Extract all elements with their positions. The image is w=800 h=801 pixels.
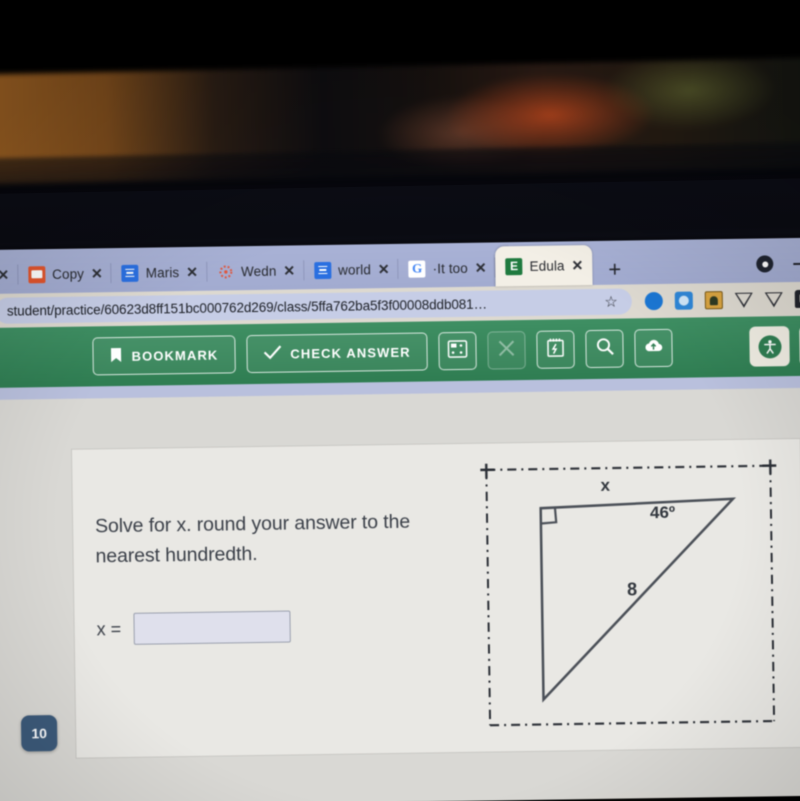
screenshot-root: ✕ Copy ✕ Maris ✕ Wedn ✕ world ✕ G ·It to… bbox=[0, 0, 800, 801]
question-prompt: Solve for x. round your answer to the ne… bbox=[94, 510, 411, 568]
figure-label-x: x bbox=[600, 475, 611, 495]
answer-label: x = bbox=[96, 618, 122, 640]
red-flower-icon bbox=[217, 263, 234, 280]
tab-close-icon[interactable]: ✕ bbox=[0, 267, 9, 283]
browser-tab-wedn[interactable]: Wedn ✕ bbox=[207, 251, 305, 290]
search-button[interactable] bbox=[585, 329, 624, 369]
check-answer-button[interactable]: CHECK ANSWER bbox=[246, 332, 428, 374]
shield-icon[interactable] bbox=[734, 292, 753, 308]
toolbar-right-group bbox=[749, 325, 800, 367]
tab-label: Wedn bbox=[240, 263, 277, 279]
cloud-app-icon[interactable] bbox=[674, 291, 693, 310]
close-icon bbox=[498, 339, 516, 362]
shield-icon[interactable] bbox=[764, 291, 783, 307]
tab-close-icon[interactable]: ✕ bbox=[91, 265, 103, 281]
avatar[interactable] bbox=[756, 255, 774, 273]
tab-label: Edula bbox=[529, 257, 565, 274]
page-body: Solve for x. round your answer to the ne… bbox=[0, 375, 800, 801]
omnibox[interactable]: student/practice/60623d8ff151bc000762d26… bbox=[0, 288, 633, 324]
bookmark-button[interactable]: BOOKMARK bbox=[92, 335, 236, 376]
browser-tab-maris[interactable]: Maris ✕ bbox=[111, 253, 208, 292]
tab-label: Copy bbox=[51, 266, 85, 282]
browser-tab-world[interactable]: world ✕ bbox=[304, 250, 399, 289]
cloud-upload-button[interactable] bbox=[634, 328, 673, 368]
cloud-upload-icon bbox=[644, 338, 664, 358]
tab-label: ·It too bbox=[432, 260, 468, 276]
browser-tab-it-too[interactable]: G ·It too ✕ bbox=[398, 248, 496, 287]
question-pane: Solve for x. round your answer to the ne… bbox=[72, 444, 477, 758]
figure-label-angle: 46º bbox=[649, 502, 676, 523]
close-button[interactable] bbox=[487, 331, 526, 370]
scratchpad-button[interactable] bbox=[536, 330, 575, 369]
answer-row: x = bbox=[96, 609, 440, 646]
figure-label-hypotenuse: 8 bbox=[626, 579, 638, 600]
photo-background bbox=[0, 0, 800, 258]
tab-close-icon[interactable]: ✕ bbox=[186, 264, 198, 280]
question-number-badge[interactable]: 10 bbox=[20, 714, 58, 752]
new-tab-button[interactable]: + bbox=[592, 257, 635, 285]
magnifier-icon bbox=[595, 337, 614, 361]
checkmark-icon bbox=[263, 345, 282, 363]
tab-label: world bbox=[338, 261, 372, 278]
tab-label: Maris bbox=[145, 264, 180, 281]
tab-close-icon[interactable]: ✕ bbox=[571, 257, 583, 273]
browser-tab-0[interactable]: ✕ bbox=[0, 256, 19, 294]
google-icon: G bbox=[408, 259, 426, 278]
browser-window: ✕ Copy ✕ Maris ✕ Wedn ✕ world ✕ G ·It to… bbox=[0, 237, 800, 801]
orange-doc-icon bbox=[27, 265, 46, 283]
tab-close-icon[interactable]: ✕ bbox=[378, 261, 390, 277]
lock-extension-icon[interactable] bbox=[794, 289, 800, 309]
answer-input[interactable] bbox=[132, 610, 291, 646]
blue-circle-icon[interactable] bbox=[644, 291, 663, 311]
tab-close-icon[interactable]: ✕ bbox=[283, 262, 295, 278]
window-controls bbox=[756, 255, 800, 283]
calculator-button[interactable] bbox=[438, 331, 477, 371]
google-docs-icon bbox=[121, 264, 139, 282]
profile-extension-icon[interactable] bbox=[704, 291, 723, 310]
extensions-bar bbox=[632, 289, 800, 311]
browser-tab-copy[interactable]: Copy ✕ bbox=[18, 254, 112, 293]
scratchpad-icon bbox=[546, 337, 565, 362]
google-docs-icon bbox=[314, 261, 332, 279]
figure-pane: x 46º 8 bbox=[472, 439, 800, 752]
bookmark-icon bbox=[109, 346, 122, 365]
tab-close-icon[interactable]: ✕ bbox=[475, 260, 487, 276]
calculator-icon bbox=[447, 339, 468, 362]
accessibility-icon bbox=[757, 334, 782, 359]
browser-tab-edulastic[interactable]: E Edula ✕ bbox=[495, 245, 593, 287]
accessibility-button[interactable] bbox=[749, 326, 790, 367]
check-answer-label: CHECK ANSWER bbox=[290, 344, 411, 361]
minimize-button[interactable] bbox=[793, 262, 800, 265]
bookmark-label: BOOKMARK bbox=[131, 347, 219, 364]
question-card: Solve for x. round your answer to the ne… bbox=[70, 437, 800, 759]
bookmark-star-icon[interactable]: ☆ bbox=[604, 293, 620, 311]
edulastic-icon: E bbox=[505, 257, 523, 275]
url-text: student/practice/60623d8ff151bc000762d26… bbox=[6, 296, 488, 319]
